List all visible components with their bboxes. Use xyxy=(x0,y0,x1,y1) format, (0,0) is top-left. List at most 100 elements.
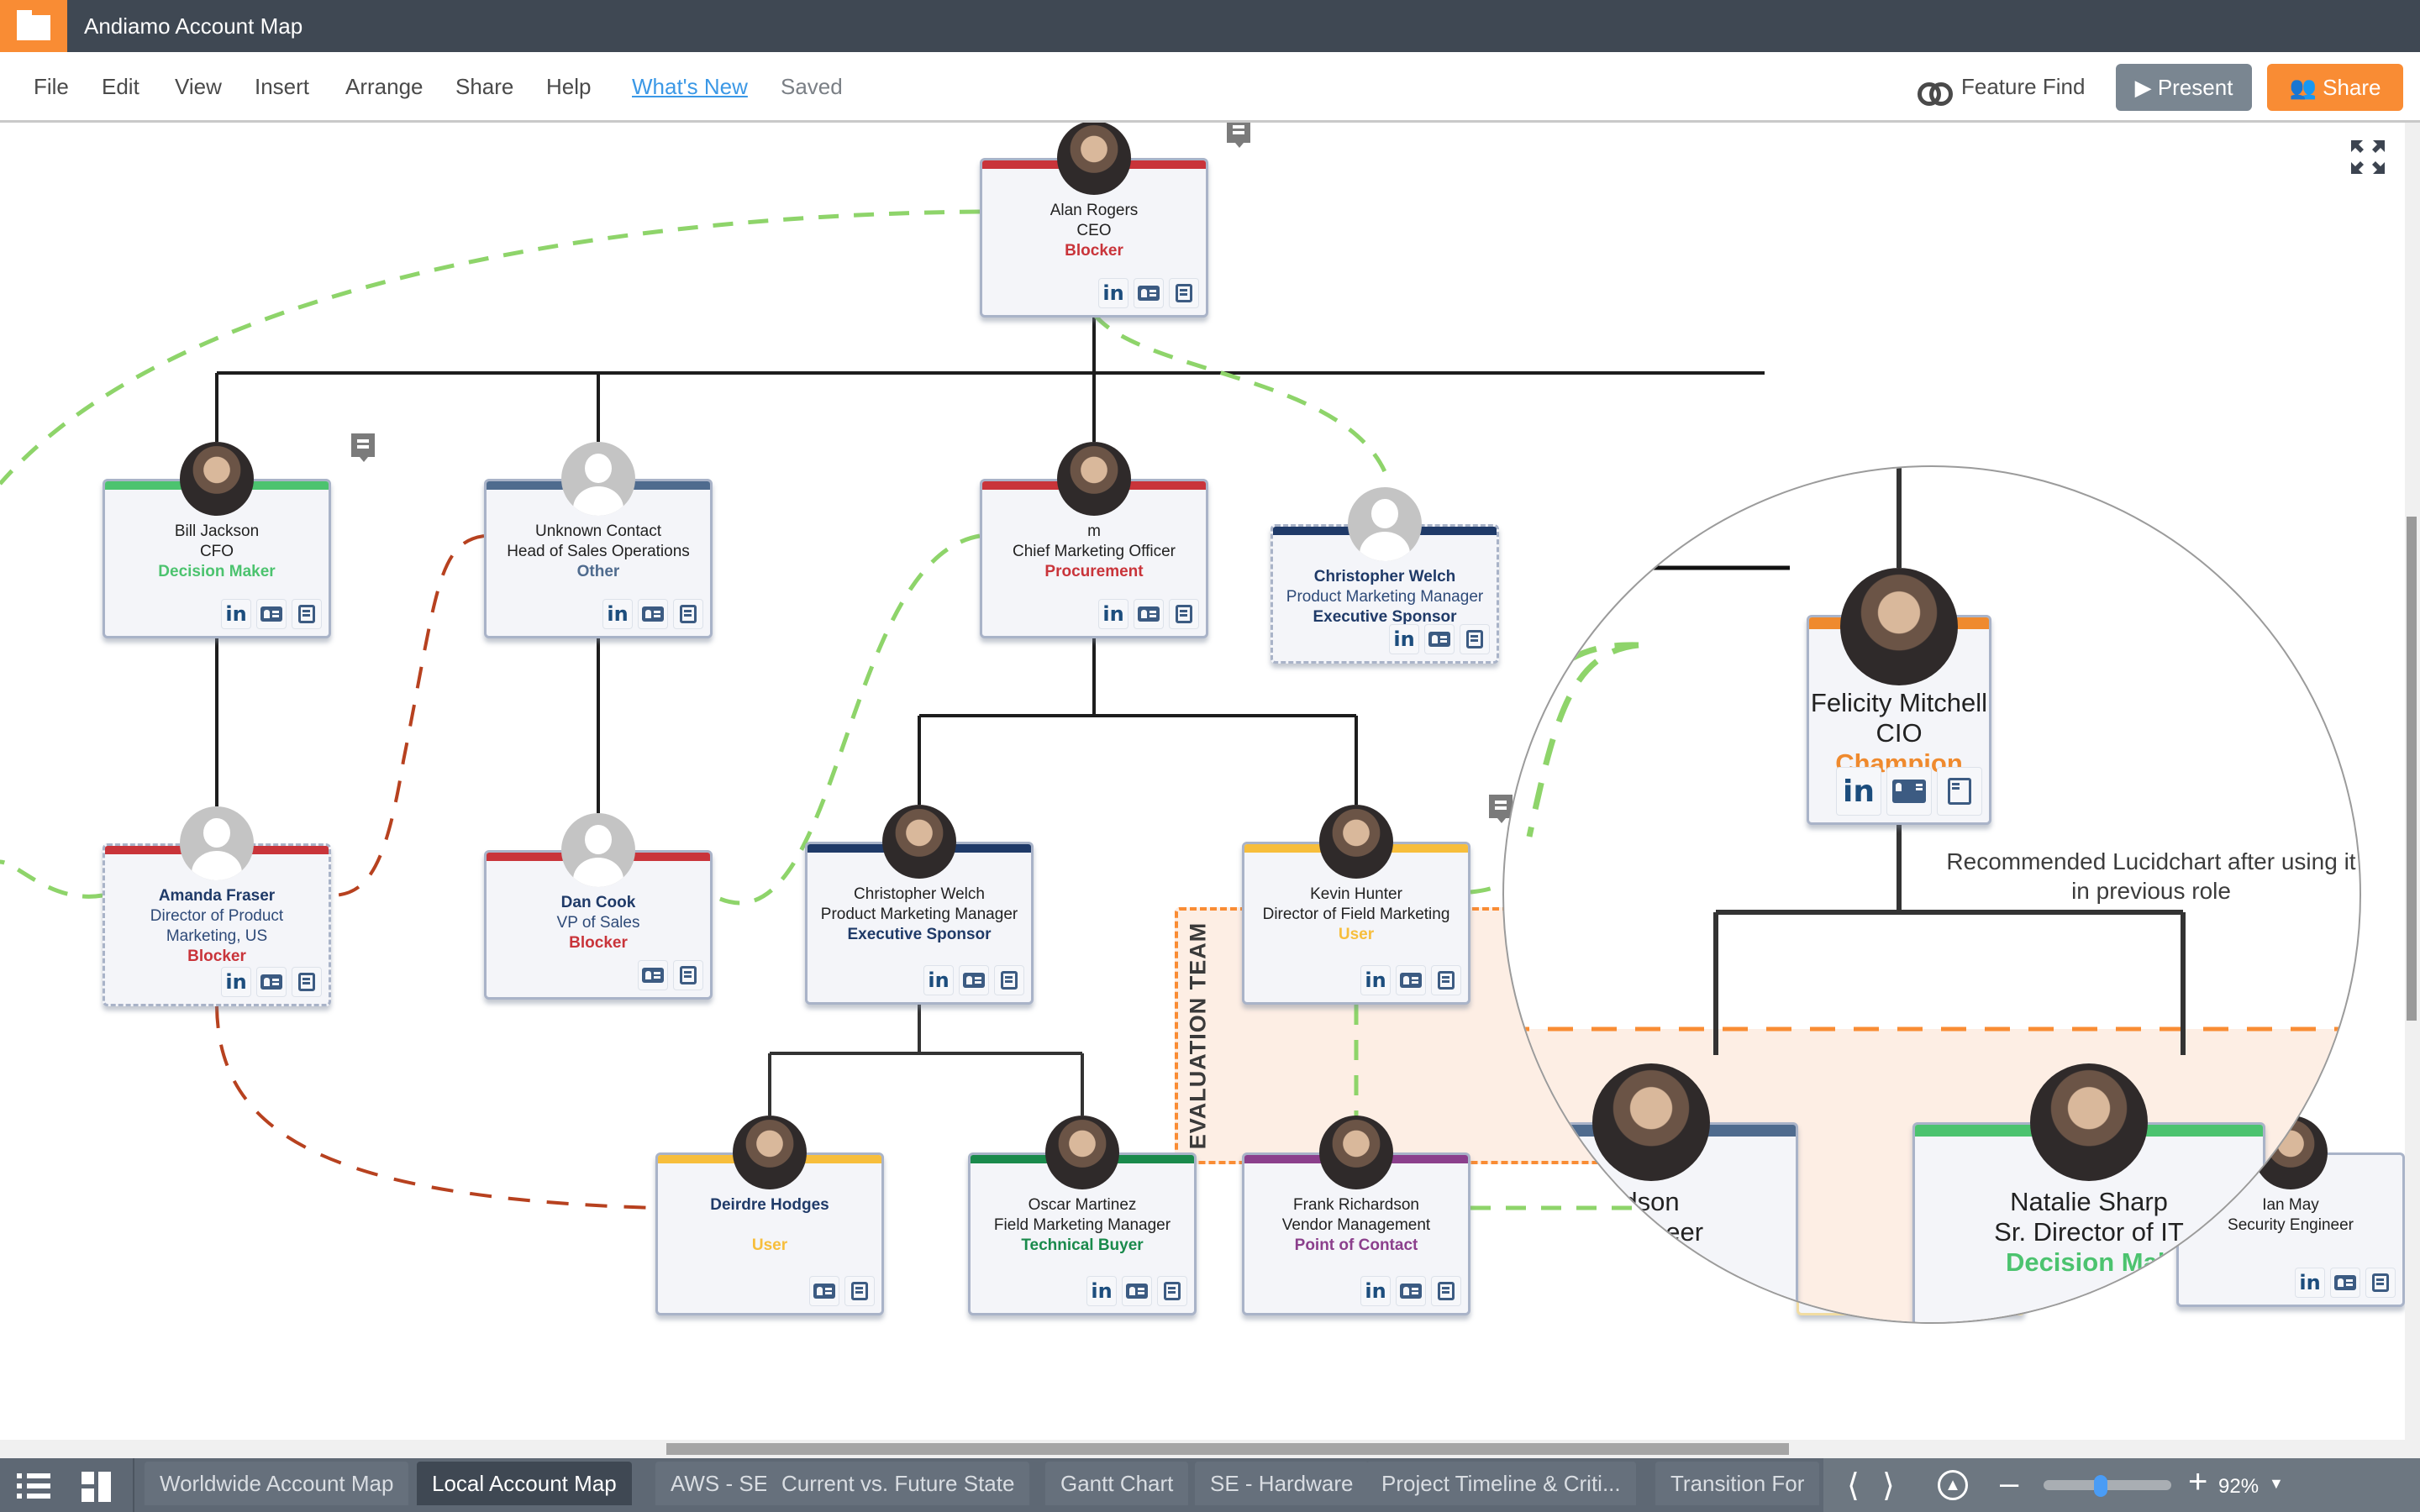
linkedin-icon[interactable]: in xyxy=(1086,1276,1117,1306)
contact-card-icon[interactable] xyxy=(638,960,668,990)
linkedin-icon[interactable]: in xyxy=(602,599,633,629)
linkedin-icon[interactable]: in xyxy=(221,599,251,629)
notes-icon[interactable] xyxy=(292,599,322,629)
document-title[interactable]: Andiamo Account Map xyxy=(84,13,302,39)
contact-card-icon[interactable] xyxy=(809,1276,839,1306)
notes-icon[interactable] xyxy=(1157,1276,1187,1306)
next-page-icon[interactable]: ⟩ xyxy=(1882,1467,1895,1504)
comment-icon[interactable] xyxy=(1227,123,1250,148)
zoom-dropdown-icon[interactable]: ▼ xyxy=(2269,1475,2284,1493)
avatar xyxy=(2030,1063,2148,1181)
folder-icon xyxy=(17,10,50,40)
page-tab[interactable]: Transition For xyxy=(1655,1462,1820,1505)
menu-help[interactable]: Help xyxy=(546,74,591,100)
zoom-slider-thumb[interactable] xyxy=(2094,1475,2108,1497)
card-text: Bill Jackson CFO Decision Maker xyxy=(105,522,329,582)
linkedin-icon[interactable]: in xyxy=(1836,767,1881,816)
contact-card-icon[interactable] xyxy=(1396,1276,1426,1306)
contact-card-icon[interactable] xyxy=(1886,767,1932,816)
linkedin-icon[interactable]: in xyxy=(1389,624,1419,654)
page-tab[interactable]: Current vs. Future State xyxy=(766,1462,1030,1505)
relationship-line-positive[interactable] xyxy=(1504,642,1639,722)
comment-icon[interactable] xyxy=(351,433,375,462)
contact-name: Oscar Martinez xyxy=(1028,1196,1137,1214)
contact-card-icon[interactable] xyxy=(1134,278,1164,308)
notes-icon[interactable] xyxy=(673,960,703,990)
contact-card-icon[interactable] xyxy=(638,599,668,629)
fullscreen-icon[interactable] xyxy=(2349,139,2386,176)
contact-role: Procurement xyxy=(1044,563,1144,580)
contact-title: Head of Sales Operations xyxy=(507,543,690,560)
linkedin-icon[interactable]: in xyxy=(923,965,954,995)
avatar xyxy=(1319,1116,1393,1189)
relationship-line-negative[interactable] xyxy=(215,1005,656,1210)
page-grid-icon[interactable] xyxy=(82,1472,112,1502)
previous-page-icon[interactable]: ⟨ xyxy=(1847,1467,1860,1504)
placeholder-avatar xyxy=(561,813,635,887)
notes-icon[interactable] xyxy=(1169,278,1199,308)
contact-card-icon[interactable] xyxy=(256,599,287,629)
linkedin-icon[interactable]: in xyxy=(1098,278,1128,308)
page-tab[interactable]: Gantt Chart xyxy=(1045,1462,1189,1505)
linkedin-icon[interactable]: in xyxy=(1360,1276,1391,1306)
page-tab[interactable]: Worldwide Account Map xyxy=(145,1462,409,1505)
notes-icon[interactable] xyxy=(844,1276,875,1306)
navigator-icon[interactable]: ▲ xyxy=(1938,1470,1968,1500)
contact-title: Engineer xyxy=(1598,1217,1704,1247)
menu-edit[interactable]: Edit xyxy=(102,74,139,100)
menu-view[interactable]: View xyxy=(175,74,222,100)
notes-icon[interactable] xyxy=(1460,624,1490,654)
menu-file[interactable]: File xyxy=(34,74,69,100)
card-text: Christopher Welch Product Marketing Manag… xyxy=(808,885,1031,945)
contact-name: Natalie Sharp xyxy=(2010,1187,2168,1216)
notes-icon[interactable] xyxy=(2365,1268,2396,1298)
contact-card-icon[interactable] xyxy=(256,967,287,997)
linkedin-icon[interactable]: in xyxy=(1098,599,1128,629)
menu-share[interactable]: Share xyxy=(455,74,513,100)
linkedin-icon[interactable]: in xyxy=(221,967,251,997)
notes-icon[interactable] xyxy=(292,967,322,997)
relationship-line-positive[interactable] xyxy=(0,859,103,899)
contact-card-icon[interactable] xyxy=(959,965,989,995)
linkedin-icon[interactable]: in xyxy=(1360,965,1391,995)
page-tab[interactable]: Local Account Map xyxy=(417,1462,632,1505)
notes-icon[interactable] xyxy=(1431,965,1461,995)
contact-role: Other xyxy=(576,563,620,580)
notes-icon[interactable] xyxy=(994,965,1024,995)
org-connector[interactable] xyxy=(768,1005,1084,1116)
save-status: Saved xyxy=(781,74,843,99)
page-list-icon[interactable] xyxy=(17,1472,54,1500)
zoom-out-icon[interactable]: – xyxy=(2000,1465,2018,1503)
contact-card-icon[interactable] xyxy=(1396,965,1426,995)
notes-icon[interactable] xyxy=(1431,1276,1461,1306)
relationship-line-negative[interactable] xyxy=(330,534,485,897)
contact-card-icon[interactable] xyxy=(1424,624,1455,654)
menu-insert[interactable]: Insert xyxy=(255,74,309,100)
page-tab[interactable]: Project Timeline & Criti... xyxy=(1366,1462,1636,1505)
diagram-canvas[interactable]: EVALUATION TEAM Alan Rogers CEO Blocker in B… xyxy=(0,123,2405,1440)
contact-card-icon[interactable] xyxy=(1134,599,1164,629)
zoom-level[interactable]: 92% xyxy=(2218,1475,2259,1499)
share-button[interactable]: 👥 Share xyxy=(2267,64,2403,111)
card-actions: in xyxy=(1086,1276,1187,1306)
contact-title: CEO xyxy=(1076,222,1112,239)
menu-arrange[interactable]: Arrange xyxy=(345,74,424,100)
feature-find-button[interactable]: Feature Find xyxy=(1918,74,2085,106)
relationship-line-positive[interactable] xyxy=(1092,312,1389,476)
present-button[interactable]: ▶ Present xyxy=(2116,64,2252,111)
org-connector[interactable] xyxy=(215,318,1765,442)
contact-card-icon[interactable] xyxy=(1122,1276,1152,1306)
horizontal-scrollbar-thumb[interactable] xyxy=(666,1443,1789,1455)
page-tab[interactable]: SE - Hardware xyxy=(1195,1462,1369,1505)
notes-icon[interactable] xyxy=(673,599,703,629)
notes-icon[interactable] xyxy=(1169,599,1199,629)
whats-new-link[interactable]: What's New xyxy=(632,74,748,100)
relationship-line-positive[interactable] xyxy=(0,209,981,486)
vertical-scrollbar-thumb[interactable] xyxy=(2407,517,2417,1021)
contact-role: Blocker xyxy=(1065,242,1123,260)
notes-icon[interactable] xyxy=(1937,767,1982,816)
zoom-in-icon[interactable]: + xyxy=(2188,1463,2207,1501)
page-tab[interactable]: AWS - SE xyxy=(655,1462,784,1505)
app-logo[interactable] xyxy=(0,0,67,52)
contact-role: Technical Buyer xyxy=(1021,1236,1144,1254)
